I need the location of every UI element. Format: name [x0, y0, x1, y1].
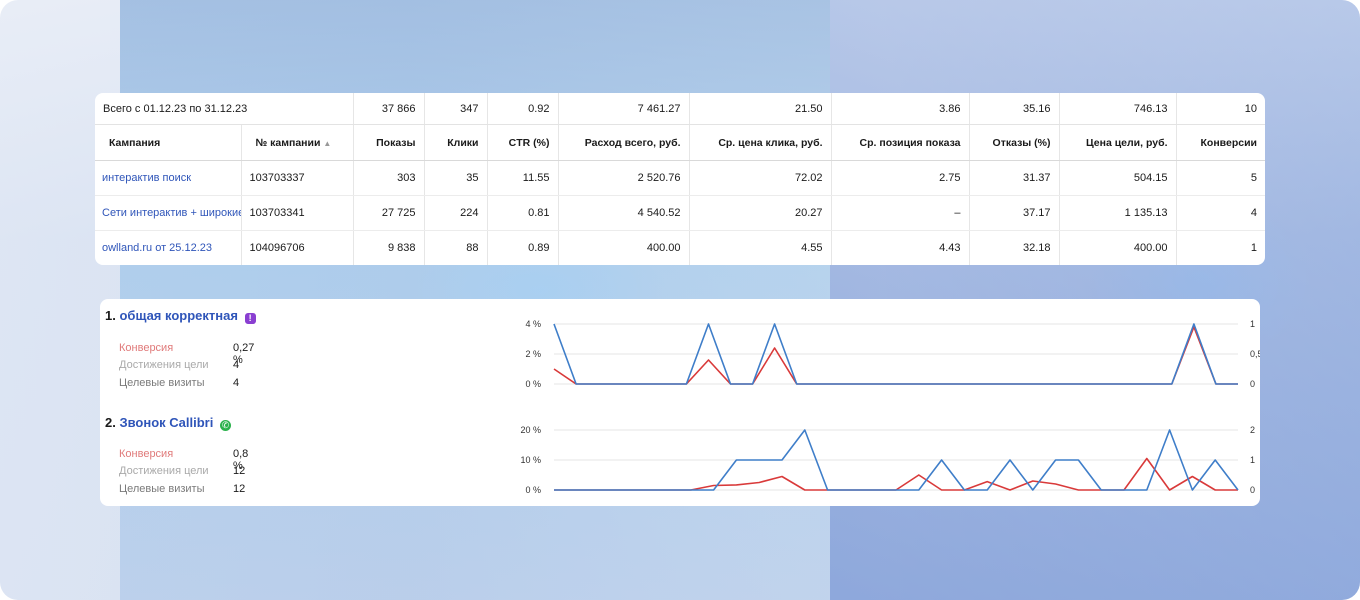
- y-tick-label-left: 20 %: [520, 425, 541, 435]
- campaign-link[interactable]: owlland.ru от 25.12.23: [95, 231, 241, 266]
- cell-shows: 27 725: [352, 195, 424, 231]
- table-row: Сети интерактив + широкие 103703341 27 7…: [95, 195, 1265, 231]
- campaign-id: 104096706: [240, 230, 353, 265]
- column-header-campaign-id-label: № кампании: [255, 136, 321, 149]
- totals-bounce: 35.16: [968, 93, 1059, 125]
- totals-cost: 7 461.27: [557, 93, 689, 125]
- totals-position: 3.86: [830, 93, 969, 125]
- cell-clicks: 35: [423, 160, 487, 196]
- y-tick-label-left: 10 %: [520, 455, 541, 465]
- totals-ctr: 0.92: [486, 93, 558, 125]
- column-header-campaign[interactable]: Кампания: [95, 124, 241, 161]
- conversion-series-line: [553, 326, 1238, 385]
- goals-panel: 1. общая корректная ! Конверсия 0,27 % Д…: [100, 299, 1260, 506]
- totals-goal-price: 746.13: [1058, 93, 1176, 125]
- campaign-link[interactable]: интерактив поиск: [95, 160, 241, 196]
- cell-position: –: [830, 195, 969, 231]
- cell-cpc: 72.02: [688, 160, 831, 196]
- cell-clicks: 224: [423, 195, 487, 231]
- cell-position: 4.43: [830, 230, 969, 265]
- totals-clicks: 347: [423, 93, 487, 125]
- column-header-ctr[interactable]: CTR (%): [486, 124, 558, 161]
- column-header-cpc[interactable]: Ср. цена клика, руб.: [688, 124, 831, 161]
- cell-ctr: 11.55: [486, 160, 558, 196]
- totals-cpc: 21.50: [688, 93, 831, 125]
- cell-cpc: 20.27: [688, 195, 831, 231]
- column-header-bounce[interactable]: Отказы (%): [968, 124, 1059, 161]
- cell-conversions: 5: [1175, 160, 1265, 196]
- campaign-id: 103703337: [240, 160, 353, 196]
- y-tick-label-left: 0 %: [525, 485, 541, 495]
- table-row: интерактив поиск 103703337 303 35 11.55 …: [95, 160, 1265, 196]
- cell-shows: 9 838: [352, 230, 424, 265]
- cell-conversions: 1: [1175, 230, 1265, 265]
- y-tick-label-right: 1: [1250, 455, 1255, 465]
- campaign-stats-table: Всего с 01.12.23 по 31.12.23 37 866 347 …: [95, 93, 1265, 265]
- totals-conversions: 10: [1175, 93, 1265, 125]
- y-tick-label-right: 0,5: [1250, 349, 1260, 359]
- cell-conversions: 4: [1175, 195, 1265, 231]
- sort-asc-icon[interactable]: ▲: [323, 139, 331, 148]
- cell-bounce: 37.17: [968, 195, 1059, 231]
- table-row: owlland.ru от 25.12.23 104096706 9 838 8…: [95, 230, 1265, 266]
- y-tick-label-right: 0: [1250, 485, 1255, 495]
- table-header: Кампания № кампании ▲ Показы Клики CTR (%…: [95, 124, 1265, 161]
- campaign-id: 103703341: [240, 195, 353, 231]
- cell-goal-price: 1 135.13: [1058, 195, 1176, 231]
- cell-cost: 2 520.76: [557, 160, 689, 196]
- y-tick-label-right: 2: [1250, 425, 1255, 435]
- cell-clicks: 88: [423, 230, 487, 265]
- cell-position: 2.75: [830, 160, 969, 196]
- conversion-series-line: [554, 457, 1238, 491]
- cell-cost: 400.00: [557, 230, 689, 265]
- column-header-clicks[interactable]: Клики: [423, 124, 487, 161]
- column-header-shows[interactable]: Показы: [352, 124, 424, 161]
- y-tick-label-left: 0 %: [525, 379, 541, 389]
- cell-ctr: 0.89: [486, 230, 558, 265]
- totals-shows: 37 866: [352, 93, 424, 125]
- y-tick-label-right: 1: [1250, 319, 1255, 329]
- cell-ctr: 0.81: [486, 195, 558, 231]
- campaign-link[interactable]: Сети интерактив + широкие: [95, 195, 241, 231]
- column-header-goal-price[interactable]: Цена цели, руб.: [1058, 124, 1176, 161]
- y-tick-label-left: 4 %: [525, 319, 541, 329]
- y-tick-label-left: 2 %: [525, 349, 541, 359]
- goal-charts: 4 % 2 % 0 % 1 0,5 0 20 % 10 % 0 % 2 1 0: [520, 319, 1260, 495]
- cell-shows: 303: [352, 160, 424, 196]
- column-header-position[interactable]: Ср. позиция показа: [830, 124, 969, 161]
- column-header-cost[interactable]: Расход всего, руб.: [557, 124, 689, 161]
- cell-bounce: 31.37: [968, 160, 1059, 196]
- cell-bounce: 32.18: [968, 230, 1059, 265]
- column-header-campaign-id[interactable]: № кампании ▲: [240, 124, 353, 161]
- totals-row: Всего с 01.12.23 по 31.12.23 37 866 347 …: [95, 93, 1265, 125]
- cell-cost: 4 540.52: [557, 195, 689, 231]
- totals-label: Всего с 01.12.23 по 31.12.23: [95, 93, 353, 125]
- cell-goal-price: 400.00: [1058, 230, 1176, 265]
- y-tick-label-right: 0: [1250, 379, 1255, 389]
- cell-cpc: 4.55: [688, 230, 831, 265]
- cell-goal-price: 504.15: [1058, 160, 1176, 196]
- column-header-conversions[interactable]: Конверсии: [1175, 124, 1265, 161]
